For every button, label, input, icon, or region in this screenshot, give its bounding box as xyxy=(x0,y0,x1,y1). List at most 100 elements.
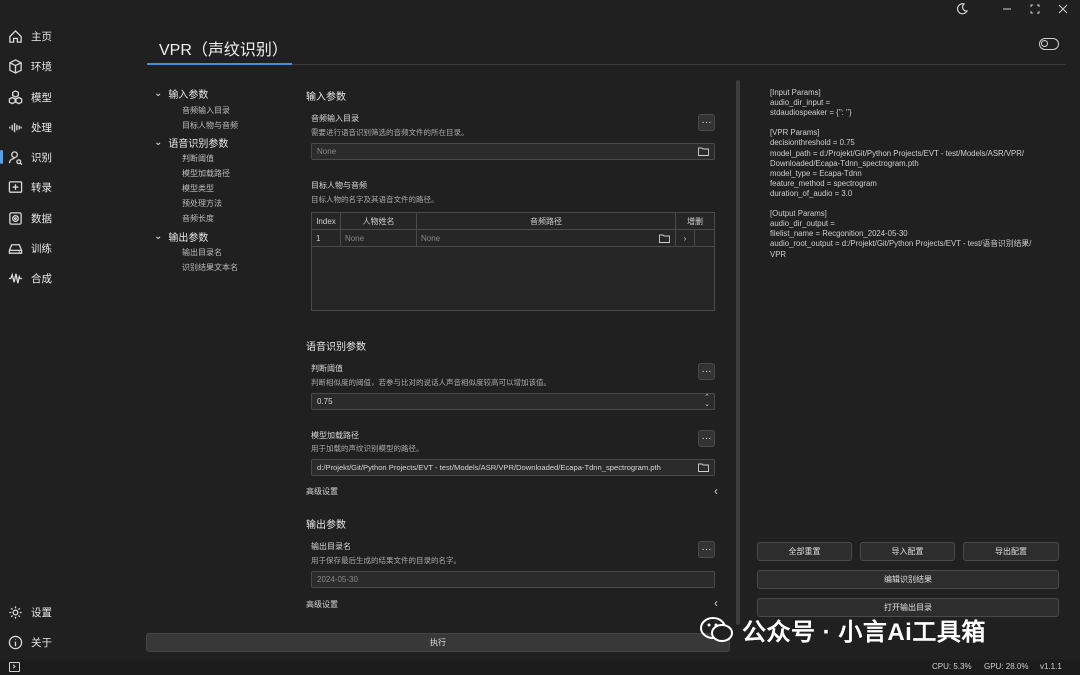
sidebar-item-home[interactable]: 主页 xyxy=(8,25,138,47)
cubes-icon xyxy=(8,89,23,104)
sidebar-item-recognize[interactable]: 识别 xyxy=(8,146,138,168)
model-path-desc: 用于加载的声纹识别模型的路径。 xyxy=(311,444,424,453)
sidebar-item-data[interactable]: 数据 xyxy=(8,207,138,229)
index-cell: 1 xyxy=(312,230,341,246)
output-dir-label: 输出目录名 xyxy=(311,542,351,551)
add-row-button[interactable]: › xyxy=(676,230,695,246)
speaker-desc: 目标人物的名字及其语音文件的路径。 xyxy=(311,195,439,204)
page-title: VPR（声纹识别） xyxy=(159,42,288,59)
tree-group-vpr[interactable]: ⌄ 语音识别参数 xyxy=(154,135,228,150)
threshold-spinbox[interactable]: 0.75 ⌃ ⌄ xyxy=(311,393,715,410)
sidebar-item-model[interactable]: 模型 xyxy=(8,86,138,108)
column-header: 音频路径 xyxy=(417,213,676,229)
edit-result-button[interactable]: 编辑识别结果 xyxy=(757,570,1059,589)
audio-dir-more-button[interactable]: ··· xyxy=(698,114,715,131)
cube-icon xyxy=(9,58,22,74)
close-icon[interactable] xyxy=(1058,4,1068,14)
section-title-input: 输入参数 xyxy=(306,92,346,103)
synth-wave-icon xyxy=(8,272,23,283)
folder-icon[interactable] xyxy=(659,234,670,243)
model-path-more-button[interactable]: ··· xyxy=(698,430,715,447)
reset-all-button[interactable]: 全部重置 xyxy=(757,542,852,561)
status-bar xyxy=(0,660,1080,675)
audio-dir-input[interactable]: None xyxy=(311,143,715,160)
spin-arrows-icon[interactable]: ⌃ ⌄ xyxy=(704,394,710,408)
tree-item[interactable]: 预处理方法 xyxy=(182,198,222,209)
transcribe-icon xyxy=(8,180,23,193)
cpu-usage: CPU: 5.3% xyxy=(932,662,972,671)
section-title-output: 输出参数 xyxy=(306,520,346,531)
tree-item[interactable]: 识别结果文本名 xyxy=(182,262,238,273)
chevron-down-icon: ⌄ xyxy=(154,231,163,242)
tree-item[interactable]: 模型加载路径 xyxy=(182,168,230,179)
path-cell[interactable]: None xyxy=(417,230,676,246)
model-path-input[interactable]: d:/Projekt/Git/Python Projects/EVT - tes… xyxy=(311,459,715,476)
advanced-settings-vpr[interactable]: 高级设置 xyxy=(306,486,338,497)
table-row: 1 None None › xyxy=(312,230,714,247)
speaker-label: 目标人物与音频 xyxy=(311,181,367,190)
sidebar-item-env[interactable]: 环境 xyxy=(8,55,138,77)
folder-icon[interactable] xyxy=(698,463,709,472)
threshold-desc: 判断相似度的阈值，若参与比对的说话人声音相似度较高可以增加该值。 xyxy=(311,378,551,387)
title-underline xyxy=(147,63,292,65)
chevron-left-icon[interactable]: ‹ xyxy=(714,484,718,498)
sidebar: 主页 环境 模型 处理 识别 转录 数据 训练 合成 设置 关于 xyxy=(0,0,146,675)
toggle-switch[interactable] xyxy=(1039,38,1059,50)
tree-item[interactable]: 输出目录名 xyxy=(182,247,222,258)
database-icon xyxy=(9,211,22,225)
terminal-icon[interactable] xyxy=(9,662,20,672)
tree-item[interactable]: 音频输入目录 xyxy=(182,105,230,116)
output-dir-input[interactable]: 2024-05-30 xyxy=(311,571,715,588)
maximize-icon[interactable] xyxy=(1030,4,1040,14)
sidebar-item-process[interactable]: 处理 xyxy=(8,116,138,138)
tree-group-output[interactable]: ⌄ 输出参数 xyxy=(154,229,208,244)
sidebar-item-synth[interactable]: 合成 xyxy=(8,267,138,289)
sidebar-item-settings[interactable]: 设置 xyxy=(8,601,138,623)
drive-icon xyxy=(8,243,23,254)
column-header: 增删 xyxy=(687,216,703,226)
info-icon xyxy=(8,635,23,649)
sidebar-item-about[interactable]: 关于 xyxy=(8,631,138,653)
gpu-usage: GPU: 28.0% xyxy=(984,662,1029,671)
table-header: Index 人物姓名 音频路径 增删 xyxy=(312,213,714,230)
minimize-icon[interactable] xyxy=(1002,4,1012,14)
theme-moon-icon[interactable] xyxy=(956,3,969,15)
model-path-label: 模型加载路径 xyxy=(311,431,359,440)
section-title-vpr: 语音识别参数 xyxy=(306,342,366,353)
app-version: v1.1.1 xyxy=(1040,662,1062,671)
threshold-more-button[interactable]: ··· xyxy=(698,363,715,380)
folder-icon[interactable] xyxy=(698,147,709,156)
threshold-label: 判断阈值 xyxy=(311,364,343,373)
scrollbar[interactable] xyxy=(736,80,740,625)
watermark: 公众号 · 小言Ai工具箱 xyxy=(700,612,986,647)
tree-item[interactable]: 目标人物与音频 xyxy=(182,120,238,131)
tree-item[interactable]: 模型类型 xyxy=(182,183,214,194)
tree-item[interactable]: 音频长度 xyxy=(182,213,214,224)
header-divider xyxy=(292,64,1066,65)
audio-dir-desc: 需要进行语音识别筛选的音频文件的所在目录。 xyxy=(311,128,469,137)
column-header: Index xyxy=(312,213,341,229)
config-preview: [Input Params] audio_dir_input = stdaudi… xyxy=(770,88,1032,259)
speaker-table: Index 人物姓名 音频路径 增删 1 None None › xyxy=(311,212,715,311)
run-button[interactable]: 执行 xyxy=(146,633,730,652)
column-header: 人物姓名 xyxy=(341,213,417,229)
tree-group-input[interactable]: ⌄ 输入参数 xyxy=(154,86,208,101)
sidebar-item-train[interactable]: 训练 xyxy=(8,237,138,259)
tree-item[interactable]: 判断阈值 xyxy=(182,153,214,164)
export-config-button[interactable]: 导出配置 xyxy=(963,542,1059,561)
chevron-left-icon[interactable]: ‹ xyxy=(714,596,718,610)
output-dir-desc: 用于保存最后生成的结果文件的目录的名字。 xyxy=(311,556,461,565)
output-dir-more-button[interactable]: ··· xyxy=(698,541,715,558)
wechat-icon xyxy=(700,616,733,642)
audio-dir-label: 音频输入目录 xyxy=(311,114,359,123)
chevron-down-icon: ⌄ xyxy=(154,88,163,99)
name-cell[interactable]: None xyxy=(341,230,417,246)
sidebar-item-transcribe[interactable]: 转录 xyxy=(8,176,138,198)
remove-row-button[interactable] xyxy=(695,230,714,246)
import-config-button[interactable]: 导入配置 xyxy=(860,542,955,561)
active-indicator xyxy=(0,150,3,164)
home-icon xyxy=(9,29,22,43)
chevron-down-icon: ⌄ xyxy=(154,137,163,148)
gear-icon xyxy=(9,605,22,619)
advanced-settings-output[interactable]: 高级设置 xyxy=(306,599,338,610)
